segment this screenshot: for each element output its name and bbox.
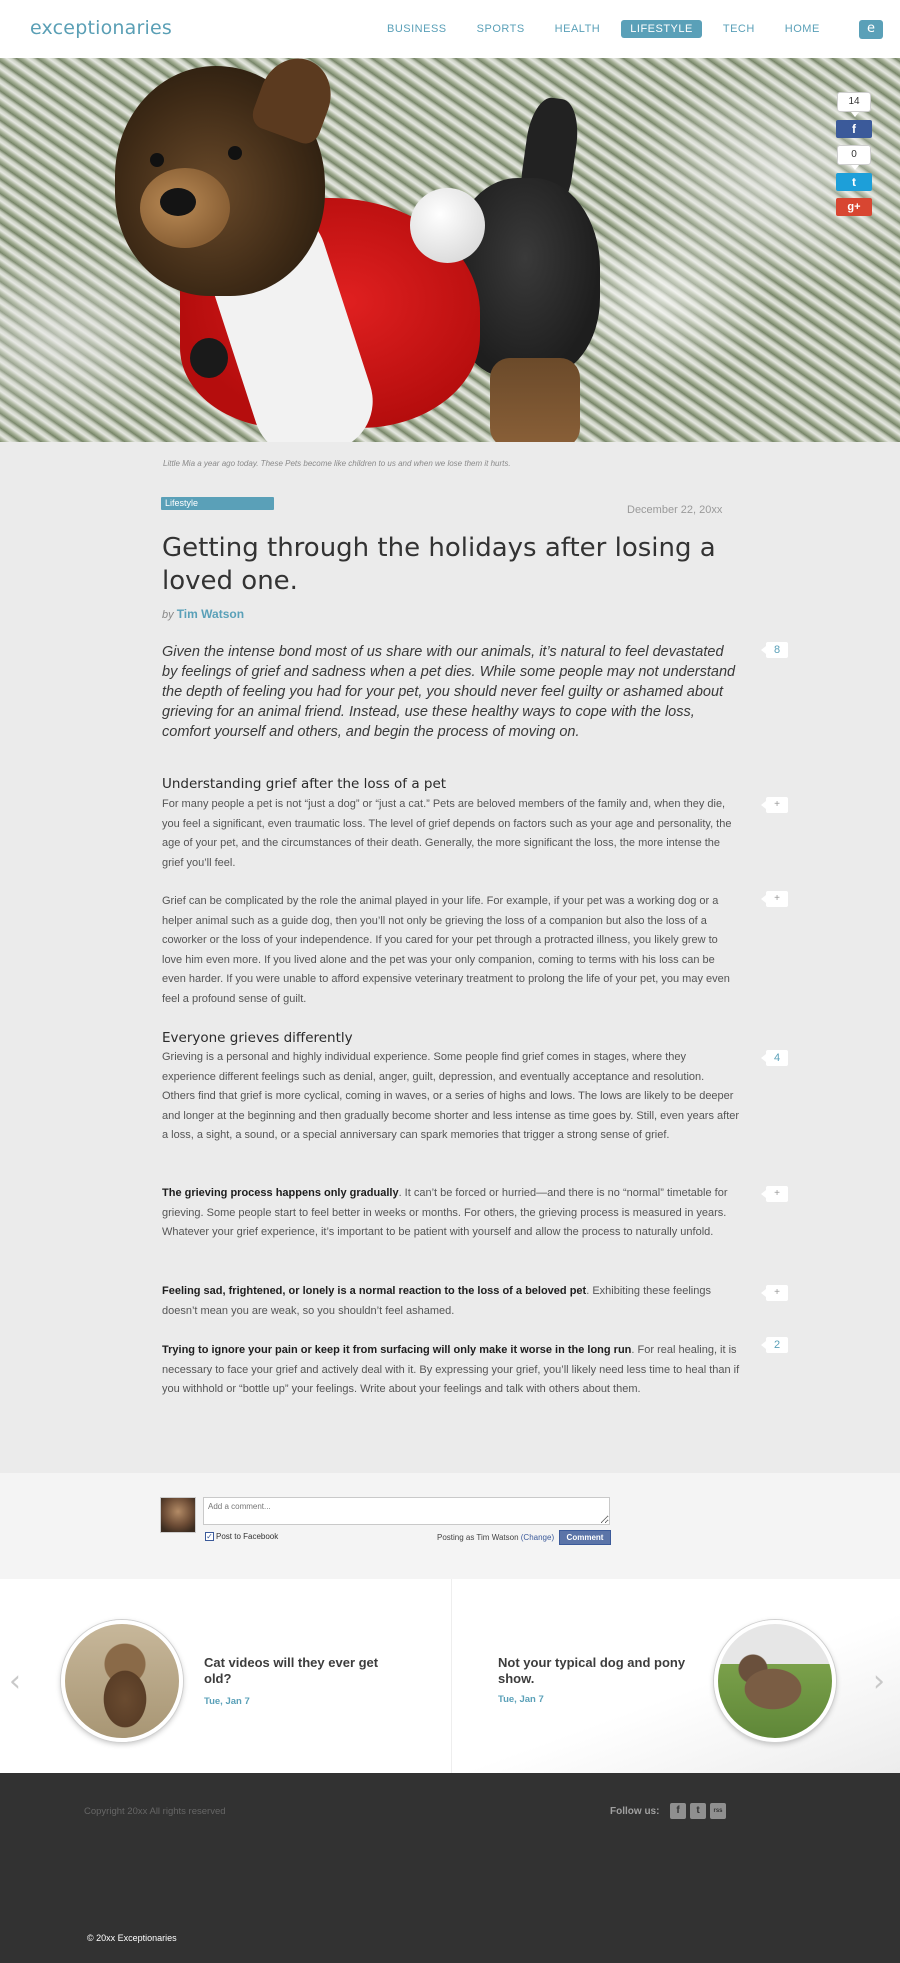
main-nav: BUSINESS SPORTS HEALTH LIFESTYLE TECH HO… xyxy=(378,20,841,38)
section-heading: Understanding grief after the loss of a … xyxy=(162,776,447,792)
hero-dog-tag xyxy=(190,338,228,378)
article-paragraph: Trying to ignore your pain or keep it fr… xyxy=(162,1341,740,1400)
site-header: exceptionaries BUSINESS SPORTS HEALTH LI… xyxy=(0,0,900,58)
nav-health[interactable]: HEALTH xyxy=(546,20,610,38)
article-date: December 22, 20xx xyxy=(627,504,723,516)
category-tag[interactable]: Lifestyle xyxy=(161,497,274,510)
hero-image xyxy=(0,58,900,442)
hero-coat-pompom xyxy=(410,188,485,263)
footer-bottom-text: © 20xx Exceptionaries xyxy=(87,1933,177,1943)
article-paragraph: Feeling sad, frightened, or lonely is a … xyxy=(162,1282,740,1321)
change-account-link[interactable]: (Change) xyxy=(521,1533,554,1542)
article-paragraph: The grieving process happens only gradua… xyxy=(162,1184,740,1243)
hero-dog-eye-left xyxy=(150,153,164,167)
rss-icon[interactable]: rss xyxy=(710,1803,726,1819)
related-divider xyxy=(451,1579,452,1773)
nav-tech[interactable]: TECH xyxy=(714,20,764,38)
avatar xyxy=(160,1497,196,1533)
chevron-right-icon[interactable]: › xyxy=(873,1664,885,1699)
related-title[interactable]: Cat videos will they ever get old? xyxy=(204,1655,394,1687)
article-title: Getting through the holidays after losin… xyxy=(162,533,716,596)
paragraph-lead-bold: Feeling sad, frightened, or lonely is a … xyxy=(162,1285,587,1297)
hero-dog-nose xyxy=(160,188,196,216)
author-link[interactable]: Tim Watson xyxy=(177,607,244,621)
facebook-share-count: 14 xyxy=(837,92,871,117)
related-title[interactable]: Not your typical dog and pony show. xyxy=(498,1655,688,1687)
nav-sports[interactable]: SPORTS xyxy=(468,20,534,38)
comment-section: ✓ Post to Facebook Posting as Tim Watson… xyxy=(0,1473,900,1579)
nav-home[interactable]: HOME xyxy=(776,20,829,38)
add-comment-button[interactable]: + xyxy=(761,891,788,907)
copyright-text: Copyright 20xx All rights reserved xyxy=(84,1806,226,1817)
article-lead: Given the intense bond most of us share … xyxy=(162,644,736,740)
byline: by Tim Watson xyxy=(162,607,244,621)
twitter-icon[interactable]: t xyxy=(836,173,872,191)
article-paragraph: Grief can be complicated by the role the… xyxy=(162,895,730,1005)
twitter-share-count: 0 xyxy=(837,145,871,170)
related-date: Tue, Jan 7 xyxy=(204,1696,250,1707)
related-thumbnail-pony[interactable] xyxy=(714,1620,836,1742)
googleplus-icon[interactable]: g+ xyxy=(836,198,872,216)
comment-input[interactable] xyxy=(203,1497,610,1525)
comment-count-badge[interactable]: 4 xyxy=(761,1050,788,1066)
add-comment-button[interactable]: + xyxy=(761,797,788,813)
nav-lifestyle[interactable]: LIFESTYLE xyxy=(621,20,702,38)
menu-icon[interactable]: e xyxy=(859,20,883,39)
post-to-facebook-label: Post to Facebook xyxy=(216,1532,279,1541)
chevron-left-icon[interactable]: ‹ xyxy=(9,1664,21,1699)
hero-dog-eye-right xyxy=(228,146,242,160)
twitter-icon[interactable]: t xyxy=(690,1803,706,1819)
article-paragraph: Grieving is a personal and highly indivi… xyxy=(162,1051,740,1141)
hero-dog-legs xyxy=(490,358,580,442)
article-paragraph: For many people a pet is not “just a dog… xyxy=(162,798,732,869)
hero-caption: Little Mia a year ago today. These Pets … xyxy=(163,459,511,468)
related-posts: ‹ › Cat videos will they ever get old? T… xyxy=(0,1579,900,1773)
post-to-facebook-option[interactable]: ✓ Post to Facebook xyxy=(205,1532,278,1541)
follow-us-label: Follow us: xyxy=(610,1806,660,1817)
comment-count-badge[interactable]: 8 xyxy=(761,642,788,658)
byline-prefix: by xyxy=(162,609,174,621)
related-thumbnail-otter[interactable] xyxy=(61,1620,183,1742)
site-footer: Copyright 20xx All rights reserved Follo… xyxy=(0,1773,900,1963)
share-widget: 14 f 0 t g+ xyxy=(836,92,872,223)
site-logo[interactable]: exceptionaries xyxy=(30,17,172,39)
comment-count-badge[interactable]: 2 xyxy=(761,1337,788,1353)
posting-as-label: Posting as Tim Watson xyxy=(437,1533,519,1542)
add-comment-button[interactable]: + xyxy=(761,1186,788,1202)
facebook-icon[interactable]: f xyxy=(670,1803,686,1819)
comment-button[interactable]: Comment xyxy=(559,1530,611,1545)
section-heading: Everyone grieves differently xyxy=(162,1030,353,1046)
facebook-icon[interactable]: f xyxy=(836,120,872,138)
nav-business[interactable]: BUSINESS xyxy=(378,20,456,38)
add-comment-button[interactable]: + xyxy=(761,1285,788,1301)
paragraph-lead-bold: The grieving process happens only gradua… xyxy=(162,1187,399,1199)
paragraph-lead-bold: Trying to ignore your pain or keep it fr… xyxy=(162,1344,632,1356)
posting-as-text: Posting as Tim Watson (Change) xyxy=(437,1533,554,1542)
post-to-facebook-checkbox[interactable]: ✓ xyxy=(205,1532,214,1541)
related-date: Tue, Jan 7 xyxy=(498,1694,544,1705)
